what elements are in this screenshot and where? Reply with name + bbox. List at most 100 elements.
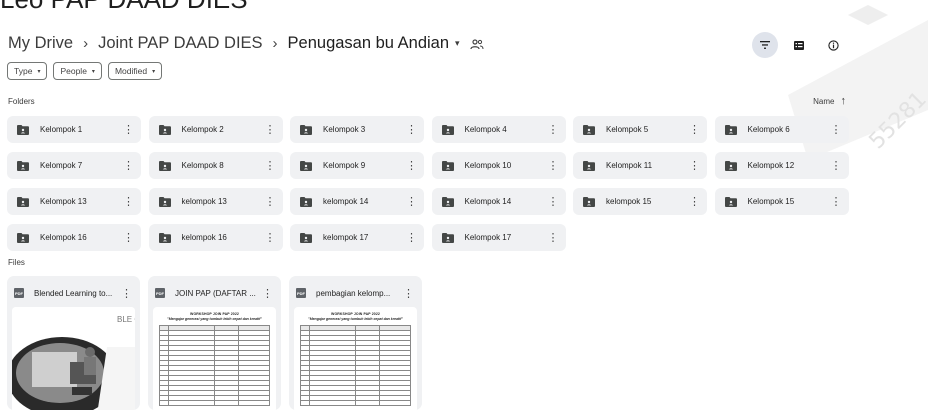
folder-tile[interactable]: Kelompok 4 ⋮: [431, 116, 566, 143]
folder-name: Kelompok 16: [40, 233, 87, 242]
doc-subtitle: "Mengajar generasi yang tumbuh lebih cep…: [167, 317, 262, 321]
caret-down-icon[interactable]: ▾: [455, 38, 460, 49]
more-options-icon[interactable]: ⋮: [689, 195, 700, 208]
chip-label: People: [60, 66, 87, 76]
sort-control[interactable]: Name ↑: [813, 95, 846, 107]
folder-tile[interactable]: Kelompok 7 ⋮: [7, 152, 141, 179]
doc-subtitle: "Mengajar generasi yang tumbuh lebih cep…: [308, 317, 403, 321]
folder-name: Kelompok 10: [464, 161, 512, 170]
folder-tile[interactable]: Kelompok 2 ⋮: [148, 116, 283, 143]
info-button[interactable]: [820, 32, 846, 58]
more-options-icon[interactable]: ⋮: [265, 195, 276, 208]
filter-icon: [760, 41, 770, 49]
more-options-icon[interactable]: ⋮: [406, 231, 417, 244]
folder-name: Kelompok 14: [464, 197, 512, 206]
folder-tile[interactable]: kelompok 14 ⋮: [290, 188, 424, 215]
shared-folder-icon: [300, 124, 312, 135]
more-options-icon[interactable]: ⋮: [548, 231, 559, 244]
more-options-icon[interactable]: ⋮: [548, 195, 559, 208]
folder-name: kelompok 13: [181, 197, 227, 206]
folder-tile[interactable]: Kelompok 11 ⋮: [573, 152, 707, 179]
more-options-icon[interactable]: ⋮: [121, 287, 132, 300]
shared-folder-icon: [441, 124, 454, 135]
more-options-icon[interactable]: ⋮: [265, 231, 276, 244]
more-options-icon[interactable]: ⋮: [406, 195, 417, 208]
more-options-icon[interactable]: ⋮: [831, 195, 842, 208]
file-card[interactable]: PDF pembagian kelomp... ⋮ WORKSHOP JOIN …: [289, 276, 422, 410]
pdf-icon: PDF: [296, 288, 306, 298]
filter-button[interactable]: [752, 32, 778, 58]
more-options-icon[interactable]: ⋮: [123, 195, 134, 208]
folder-tile[interactable]: Kelompok 12 ⋮: [714, 152, 849, 179]
more-options-icon[interactable]: ⋮: [123, 123, 134, 136]
folder-tile[interactable]: kelompok 17 ⋮: [290, 224, 424, 251]
cut-off-title: Leo PAP DAAD DIES: [0, 0, 248, 15]
folder-tile[interactable]: Kelompok 13 ⋮: [7, 188, 141, 215]
folder-tile[interactable]: Kelompok 5 ⋮: [573, 116, 707, 143]
shared-folder-icon: [17, 124, 29, 135]
more-options-icon[interactable]: ⋮: [123, 231, 134, 244]
more-options-icon[interactable]: ⋮: [548, 123, 559, 136]
list-view-button[interactable]: [786, 32, 812, 58]
folder-tile[interactable]: kelompok 15 ⋮: [573, 188, 707, 215]
folder-tile[interactable]: Kelompok 15 ⋮: [714, 188, 849, 215]
doc-table: [300, 325, 411, 406]
more-options-icon[interactable]: ⋮: [689, 159, 700, 172]
classroom-photo-thumbnail: BLE CA: [12, 307, 135, 410]
shared-folder-icon: [17, 196, 29, 207]
file-header: PDF pembagian kelomp... ⋮: [294, 281, 417, 305]
folder-name: Kelompok 7: [40, 161, 83, 170]
folder-tile[interactable]: Kelompok 3 ⋮: [290, 116, 424, 143]
info-icon: [827, 39, 839, 51]
file-card[interactable]: PDF JOIN PAP (DAFTAR ... ⋮ WORKSHOP JOIN…: [148, 276, 281, 410]
chevron-right-icon: ›: [83, 35, 89, 52]
more-options-icon[interactable]: ⋮: [403, 287, 414, 300]
folder-tile[interactable]: Kelompok 14 ⋮: [431, 188, 566, 215]
more-options-icon[interactable]: ⋮: [265, 159, 276, 172]
shared-folder-icon: [441, 160, 454, 171]
modified-filter-chip[interactable]: Modified ▾: [107, 62, 163, 80]
shared-folder-icon: [158, 160, 171, 171]
breadcrumb-current-folder[interactable]: Penugasan bu Andian: [288, 34, 449, 53]
file-thumbnail: WORKSHOP JOIN PAP 2022 "Mengajar generas…: [153, 307, 276, 410]
folder-tile[interactable]: Kelompok 6 ⋮: [714, 116, 849, 143]
chip-label: Modified: [114, 66, 148, 76]
folder-tile[interactable]: Kelompok 16 ⋮: [7, 224, 141, 251]
folder-tile[interactable]: kelompok 13 ⋮: [148, 188, 283, 215]
people-filter-chip[interactable]: People ▾: [53, 62, 102, 80]
more-options-icon[interactable]: ⋮: [262, 287, 273, 300]
shared-folder-icon: [441, 232, 454, 243]
more-options-icon[interactable]: ⋮: [123, 159, 134, 172]
filter-chips: Type ▾ People ▾ Modified ▾: [7, 62, 163, 80]
folder-name: Kelompok 2: [181, 125, 224, 134]
more-options-icon[interactable]: ⋮: [406, 159, 417, 172]
list-view-icon: [794, 40, 804, 50]
folder-tile[interactable]: Kelompok 1 ⋮: [7, 116, 141, 143]
folder-name: Kelompok 5: [606, 125, 649, 134]
shared-folder-icon: [158, 196, 171, 207]
more-options-icon[interactable]: ⋮: [831, 159, 842, 172]
shared-folder-icon: [583, 124, 595, 135]
folder-tile[interactable]: Kelompok 17 ⋮: [431, 224, 566, 251]
more-options-icon[interactable]: ⋮: [548, 159, 559, 172]
breadcrumb-my-drive[interactable]: My Drive: [8, 34, 73, 53]
folder-name: Kelompok 11: [606, 161, 653, 170]
folder-tile[interactable]: Kelompok 8 ⋮: [148, 152, 283, 179]
more-options-icon[interactable]: ⋮: [831, 123, 842, 136]
folder-tile[interactable]: kelompok 16 ⋮: [148, 224, 283, 251]
more-options-icon[interactable]: ⋮: [406, 123, 417, 136]
file-grid: PDF Blended Learning to... ⋮ BLE CA PDF …: [7, 276, 422, 410]
file-card[interactable]: PDF Blended Learning to... ⋮ BLE CA: [7, 276, 140, 410]
shared-folder-icon: [300, 160, 312, 171]
folder-tile[interactable]: Kelompok 9 ⋮: [290, 152, 424, 179]
type-filter-chip[interactable]: Type ▾: [7, 62, 48, 80]
pdf-icon: PDF: [155, 288, 165, 298]
more-options-icon[interactable]: ⋮: [689, 123, 700, 136]
sort-ascending-icon[interactable]: ↑: [841, 95, 847, 107]
sort-label: Name: [813, 96, 835, 106]
breadcrumb-joint-pap[interactable]: Joint PAP DAAD DIES: [98, 34, 262, 53]
folder-tile[interactable]: Kelompok 10 ⋮: [431, 152, 566, 179]
shared-folder-icon: [17, 160, 29, 171]
doc-table: [159, 325, 270, 406]
more-options-icon[interactable]: ⋮: [265, 123, 276, 136]
